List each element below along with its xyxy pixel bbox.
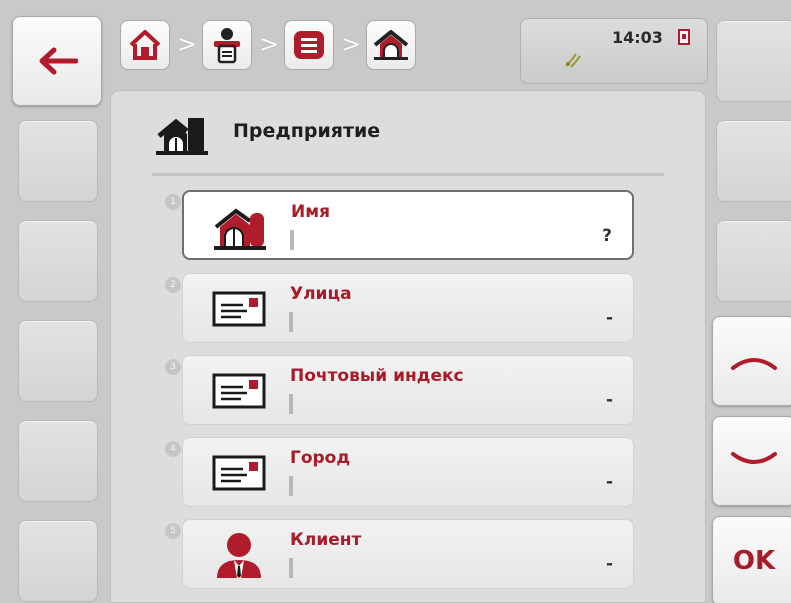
right-softkey-2[interactable] (716, 120, 791, 202)
text-cursor (289, 312, 293, 332)
enterprise-header-icon (156, 118, 208, 155)
text-cursor (289, 558, 293, 578)
farm-data-icon (214, 28, 240, 64)
text-cursor (289, 394, 293, 414)
breadcrumb-list[interactable] (284, 20, 334, 70)
breadcrumb-separator: > (177, 30, 198, 58)
field-label: Имя (291, 202, 331, 222)
arrow-left-icon (39, 47, 78, 75)
list-icon (294, 31, 324, 59)
left-softkey-5[interactable] (18, 520, 98, 602)
field-value: - (605, 390, 613, 410)
field-label: Клиент (290, 530, 362, 550)
row-index: 4 (165, 441, 181, 457)
farm-icon (210, 202, 270, 252)
field-value: ? (602, 226, 612, 246)
back-button[interactable] (12, 16, 102, 106)
customer-icon (209, 530, 269, 580)
field-row-postal-code[interactable]: Почтовый индекс - (182, 355, 634, 425)
page-title: Предприятие (233, 120, 381, 142)
memory-card-icon (678, 29, 690, 45)
ok-button[interactable]: OK (712, 516, 791, 603)
field-label: Город (290, 448, 351, 468)
field-label: Почтовый индекс (290, 366, 464, 386)
gps-signal-icon (565, 53, 581, 68)
left-softkey-4[interactable] (18, 420, 98, 502)
home-icon (129, 30, 161, 60)
row-index: 2 (165, 277, 181, 293)
field-value: - (605, 472, 613, 492)
left-softkey-1[interactable] (18, 120, 98, 202)
field-row-city[interactable]: Город - (182, 437, 634, 507)
breadcrumb-enterprise[interactable] (366, 20, 416, 70)
field-row-name[interactable]: Имя ? (182, 190, 634, 260)
right-softkey-3[interactable] (716, 220, 791, 302)
address-card-icon (209, 366, 269, 416)
field-row-customer[interactable]: Клиент - (182, 519, 634, 589)
row-index: 3 (165, 359, 181, 375)
breadcrumb-separator: > (341, 30, 362, 58)
row-index: 1 (165, 194, 181, 210)
row-index: 5 (165, 523, 181, 539)
field-value: - (605, 308, 613, 328)
chevron-up-icon (731, 358, 777, 370)
field-label: Улица (290, 284, 352, 304)
enterprise-icon (373, 30, 409, 60)
clock-time: 14:03 (612, 28, 663, 47)
scroll-up-button[interactable] (712, 316, 791, 406)
field-value: - (605, 554, 613, 574)
field-row-street[interactable]: Улица - (182, 273, 634, 343)
text-cursor (290, 230, 294, 250)
left-softkey-2[interactable] (18, 220, 98, 302)
address-card-icon (209, 284, 269, 334)
divider (152, 173, 664, 176)
breadcrumb-home[interactable] (120, 20, 170, 70)
text-cursor (289, 476, 293, 496)
breadcrumb-farm-data[interactable] (202, 20, 252, 70)
chevron-down-icon (731, 452, 777, 464)
breadcrumb-separator: > (259, 30, 280, 58)
left-softkey-3[interactable] (18, 320, 98, 402)
address-card-icon (209, 448, 269, 498)
ok-label: OK (732, 546, 776, 576)
right-softkey-1[interactable] (716, 20, 791, 102)
scroll-down-button[interactable] (712, 416, 791, 506)
